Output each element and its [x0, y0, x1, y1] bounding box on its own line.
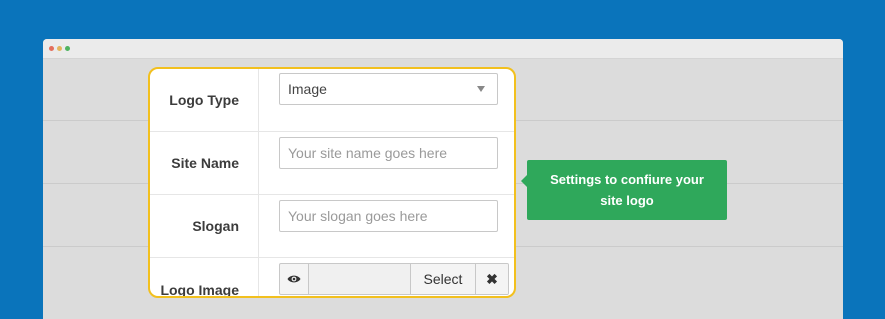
close-window-dot[interactable]: [49, 46, 54, 51]
site-name-label: Site Name: [171, 155, 239, 171]
minimize-window-dot[interactable]: [57, 46, 62, 51]
site-name-placeholder: Your site name goes here: [288, 145, 448, 161]
slogan-input[interactable]: Your slogan goes here: [279, 200, 498, 232]
tooltip-text: Settings to confiure your site logo: [550, 172, 704, 208]
logo-type-row: Logo Type Image: [150, 69, 514, 132]
settings-tooltip: Settings to confiure your site logo: [527, 160, 727, 220]
site-name-input[interactable]: Your site name goes here: [279, 137, 498, 169]
remove-image-button[interactable]: ✖: [476, 264, 508, 294]
slogan-label: Slogan: [192, 218, 239, 234]
select-image-button[interactable]: Select: [411, 264, 476, 294]
logo-image-row: Logo Image Select ✖: [150, 258, 514, 298]
maximize-window-dot[interactable]: [65, 46, 70, 51]
image-path-field[interactable]: [309, 264, 411, 294]
logo-image-control: Select ✖: [279, 263, 509, 295]
logo-image-label: Logo Image: [160, 281, 239, 298]
logo-settings-panel: Logo Type Image Site Name Your site name…: [148, 67, 516, 298]
logo-type-label: Logo Type: [169, 92, 239, 108]
logo-type-select[interactable]: Image: [279, 73, 498, 105]
site-name-row: Site Name Your site name goes here: [150, 132, 514, 195]
preview-button[interactable]: [280, 264, 309, 294]
window-titlebar: [43, 39, 843, 59]
slogan-placeholder: Your slogan goes here: [288, 208, 428, 224]
slogan-row: Slogan Your slogan goes here: [150, 195, 514, 258]
chevron-down-icon: [477, 86, 485, 92]
eye-icon: [287, 275, 301, 283]
logo-type-value: Image: [288, 81, 327, 97]
